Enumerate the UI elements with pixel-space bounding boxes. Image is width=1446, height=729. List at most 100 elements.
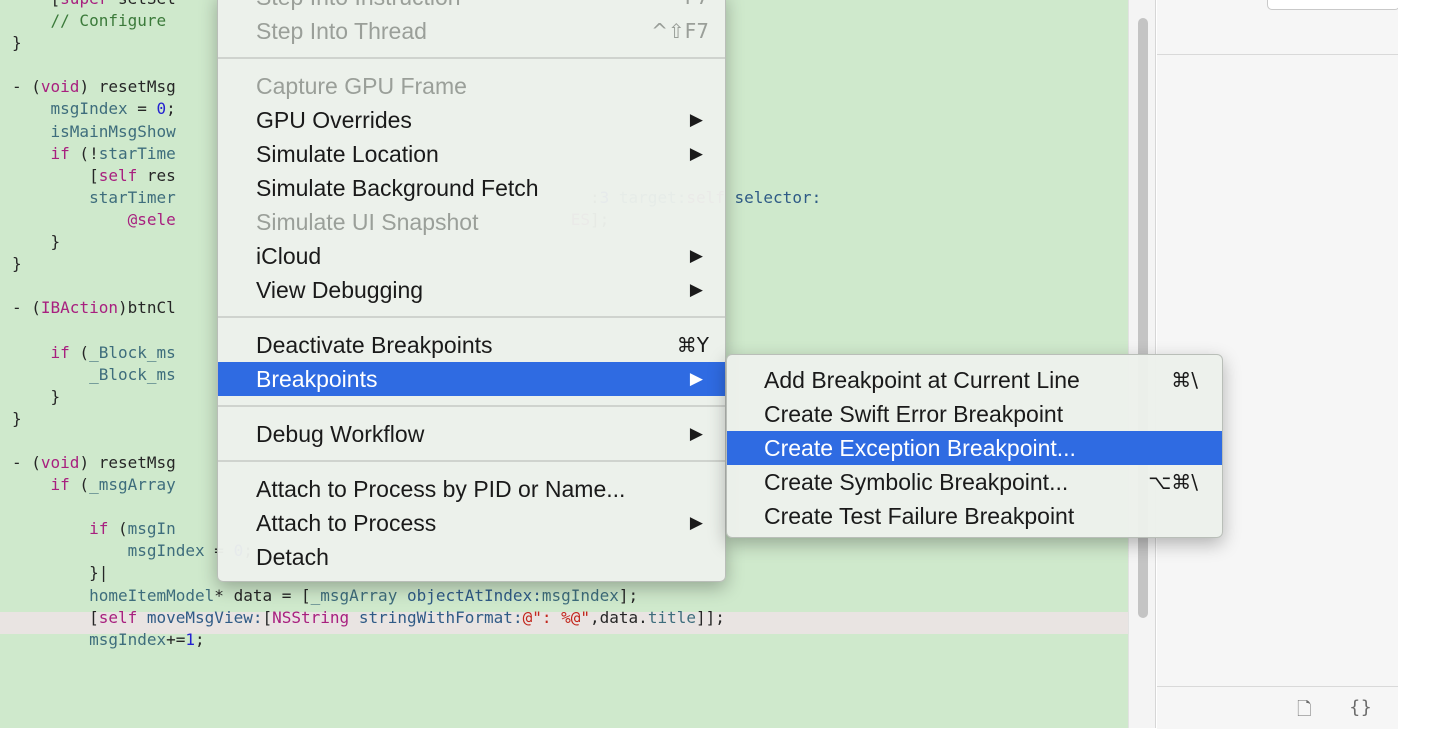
- menu-item-gpu-overrides[interactable]: GPU Overrides ▶: [218, 103, 725, 137]
- menu-item-capture-gpu-frame: Capture GPU Frame: [218, 69, 725, 103]
- code-token: @sele: [127, 209, 176, 229]
- menu-item-label: Create Exception Breakpoint...: [764, 435, 1076, 461]
- code-token: - (: [12, 298, 41, 318]
- code-token: res: [137, 165, 176, 185]
- menu-item-attach-to-process[interactable]: Attach to Process ▶: [218, 506, 725, 540]
- menu-item-create-symbolic-breakpoint[interactable]: Create Symbolic Breakpoint... ⌥⌘\: [727, 465, 1222, 499]
- code-token: ]];: [695, 607, 725, 627]
- menu-item-deactivate-breakpoints[interactable]: Deactivate Breakpoints ⌘Y: [218, 328, 725, 362]
- menu-item-create-exception-breakpoint[interactable]: Create Exception Breakpoint...: [727, 431, 1222, 465]
- inspector-search-field[interactable]: [1267, 0, 1400, 10]
- submenu-arrow-icon: ▶: [689, 144, 703, 164]
- code-token: IBAction: [40, 298, 118, 318]
- braces-icon[interactable]: {}: [1349, 697, 1372, 718]
- menu-item-breakpoints[interactable]: Breakpoints ▶: [218, 362, 725, 396]
- menu-item-label: GPU Overrides: [256, 107, 412, 133]
- code-token: }: [12, 232, 61, 252]
- menu-item-view-debugging[interactable]: View Debugging ▶: [218, 273, 725, 307]
- shortcut-label: ⌘\: [1171, 368, 1198, 392]
- code-token: [: [12, 165, 99, 185]
- code-line[interactable]: homeItemModel* data = [_msgArray objectA…: [12, 585, 821, 607]
- menu-item-label: Debug Workflow: [256, 421, 425, 447]
- code-token: }|: [12, 563, 109, 583]
- menu-item-debug-workflow[interactable]: Debug Workflow ▶: [218, 417, 725, 451]
- menu-item-icloud[interactable]: iCloud ▶: [218, 239, 725, 273]
- menu-item-attach-to-process-by-pid-or-name[interactable]: Attach to Process by PID or Name...: [218, 472, 725, 506]
- inspector-divider: [1157, 54, 1398, 55]
- menu-item-label: Step Into Instruction: [256, 0, 461, 14]
- code-token: ;: [195, 629, 205, 649]
- code-token: 0: [156, 99, 167, 119]
- menu-item-simulate-location[interactable]: Simulate Location ▶: [218, 137, 725, 171]
- menu-item-create-test-failure-breakpoint[interactable]: Create Test Failure Breakpoint: [727, 499, 1222, 533]
- code-token: void: [40, 452, 80, 472]
- code-token: msgIndex: [89, 629, 167, 649]
- code-token: stringWithFormat:: [358, 607, 523, 627]
- menu-item-simulate-background-fetch[interactable]: Simulate Background Fetch: [218, 171, 725, 205]
- code-token: moveMsgView:: [146, 607, 263, 627]
- code-token: }: [12, 386, 61, 406]
- submenu-arrow-icon: ▶: [689, 369, 703, 389]
- menu-item-label: Detach: [256, 544, 329, 570]
- menu-separator: [218, 316, 725, 318]
- code-line[interactable]: msgIndex+=1;: [12, 629, 821, 651]
- code-token: isMainMsgShow: [50, 121, 176, 141]
- code-token: msgIndex: [127, 541, 205, 561]
- shortcut-label: ⌥⌘\: [1148, 470, 1198, 494]
- code-token: (: [108, 519, 128, 539]
- submenu-arrow-icon: ▶: [689, 246, 703, 266]
- code-token: @": %@": [522, 607, 591, 627]
- menu-item-label: Simulate Background Fetch: [256, 175, 539, 201]
- code-token: - (: [12, 77, 41, 97]
- code-token: _Block_ms: [89, 342, 176, 362]
- debug-menu: Step Into Instruction ^F7Step Into Thread…: [217, 0, 726, 582]
- code-token: [: [262, 607, 273, 627]
- code-token: =: [127, 99, 157, 119]
- code-token: if: [89, 519, 109, 539]
- shortcut-label: ⌘Y: [676, 333, 709, 357]
- menu-item-label: Simulate UI Snapshot: [256, 209, 479, 235]
- code-line[interactable]: [self moveMsgView:[NSString stringWithFo…: [12, 607, 821, 629]
- menu-item-label: Simulate Location: [256, 141, 439, 167]
- menu-item-label: iCloud: [256, 243, 322, 269]
- menu-separator: [218, 405, 725, 407]
- code-token: starTimer: [89, 187, 176, 207]
- menu-separator: [218, 460, 725, 462]
- code-token: 1: [185, 629, 196, 649]
- code-token: // Configure: [12, 11, 167, 31]
- code-token: NSString: [272, 607, 350, 627]
- submenu-arrow-icon: ▶: [689, 110, 703, 130]
- menu-item-step-into-thread: Step Into Thread ^⇧F7: [218, 14, 725, 48]
- menu-item-label: Add Breakpoint at Current Line: [764, 367, 1080, 393]
- window-margin: [1398, 0, 1446, 728]
- menu-item-label: Deactivate Breakpoints: [256, 332, 493, 358]
- code-token: homeItemModel: [89, 585, 215, 605]
- menu-item-label: Capture GPU Frame: [256, 73, 467, 99]
- file-icon[interactable]: 🗋: [1297, 697, 1311, 727]
- menu-item-add-breakpoint-at-current-line[interactable]: Add Breakpoint at Current Line ⌘\: [727, 363, 1222, 397]
- code-token: starTime: [98, 143, 176, 163]
- submenu-arrow-icon: ▶: [689, 280, 703, 300]
- code-token: +=: [166, 629, 186, 649]
- code-token: if: [50, 342, 70, 362]
- shortcut-label: ^F7: [668, 0, 709, 14]
- menu-item-label: Attach to Process by PID or Name...: [256, 476, 626, 502]
- menu-item-create-swift-error-breakpoint[interactable]: Create Swift Error Breakpoint: [727, 397, 1222, 431]
- menu-item-label: Attach to Process: [256, 510, 437, 536]
- code-token: _msgArray: [310, 585, 398, 605]
- menu-item-detach[interactable]: Detach: [218, 540, 725, 574]
- breakpoints-submenu: Add Breakpoint at Current Line ⌘\ Create S…: [726, 354, 1223, 538]
- menu-separator: [218, 57, 725, 59]
- code-token: - (: [12, 452, 41, 472]
